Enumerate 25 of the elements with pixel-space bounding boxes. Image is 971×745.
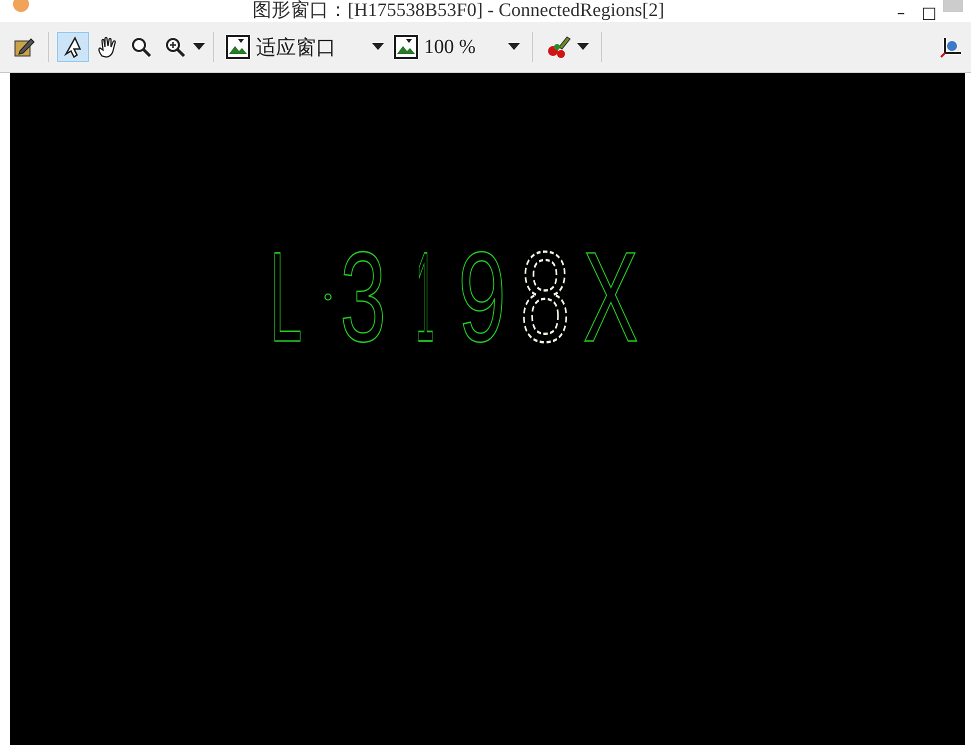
window-title: 图形窗口：[H175538B53F0] - ConnectedRegions[2] (252, 0, 666, 22)
region-contour: X (583, 224, 638, 368)
edit-icon (13, 36, 35, 58)
magnifier-icon (130, 36, 152, 58)
region-contour: 3 (340, 224, 386, 368)
region-contour: 1 (416, 224, 434, 368)
hand-icon (96, 36, 118, 58)
region-contour: L (270, 226, 302, 370)
caret-icon (193, 43, 205, 51)
pointer-icon (63, 36, 83, 58)
zoom-in-icon (164, 36, 186, 58)
minimize-button[interactable]: – (887, 3, 915, 22)
maximize-button[interactable]: □ (915, 3, 943, 22)
region-contour: 8 (520, 226, 570, 369)
tool-button[interactable] (57, 32, 89, 62)
app-icon (12, 0, 30, 12)
caret-icon (576, 43, 589, 51)
caret-icon (372, 43, 384, 51)
region-contour: 9 (458, 226, 506, 370)
axes-icon[interactable] (939, 35, 963, 59)
zoom-dropdown[interactable]: 100 % (390, 32, 524, 62)
zoom-level-icon (394, 35, 418, 59)
fit-dropdown[interactable]: 适应窗口 (222, 32, 388, 62)
fit-window-icon (226, 35, 250, 59)
caret-icon (508, 43, 520, 51)
